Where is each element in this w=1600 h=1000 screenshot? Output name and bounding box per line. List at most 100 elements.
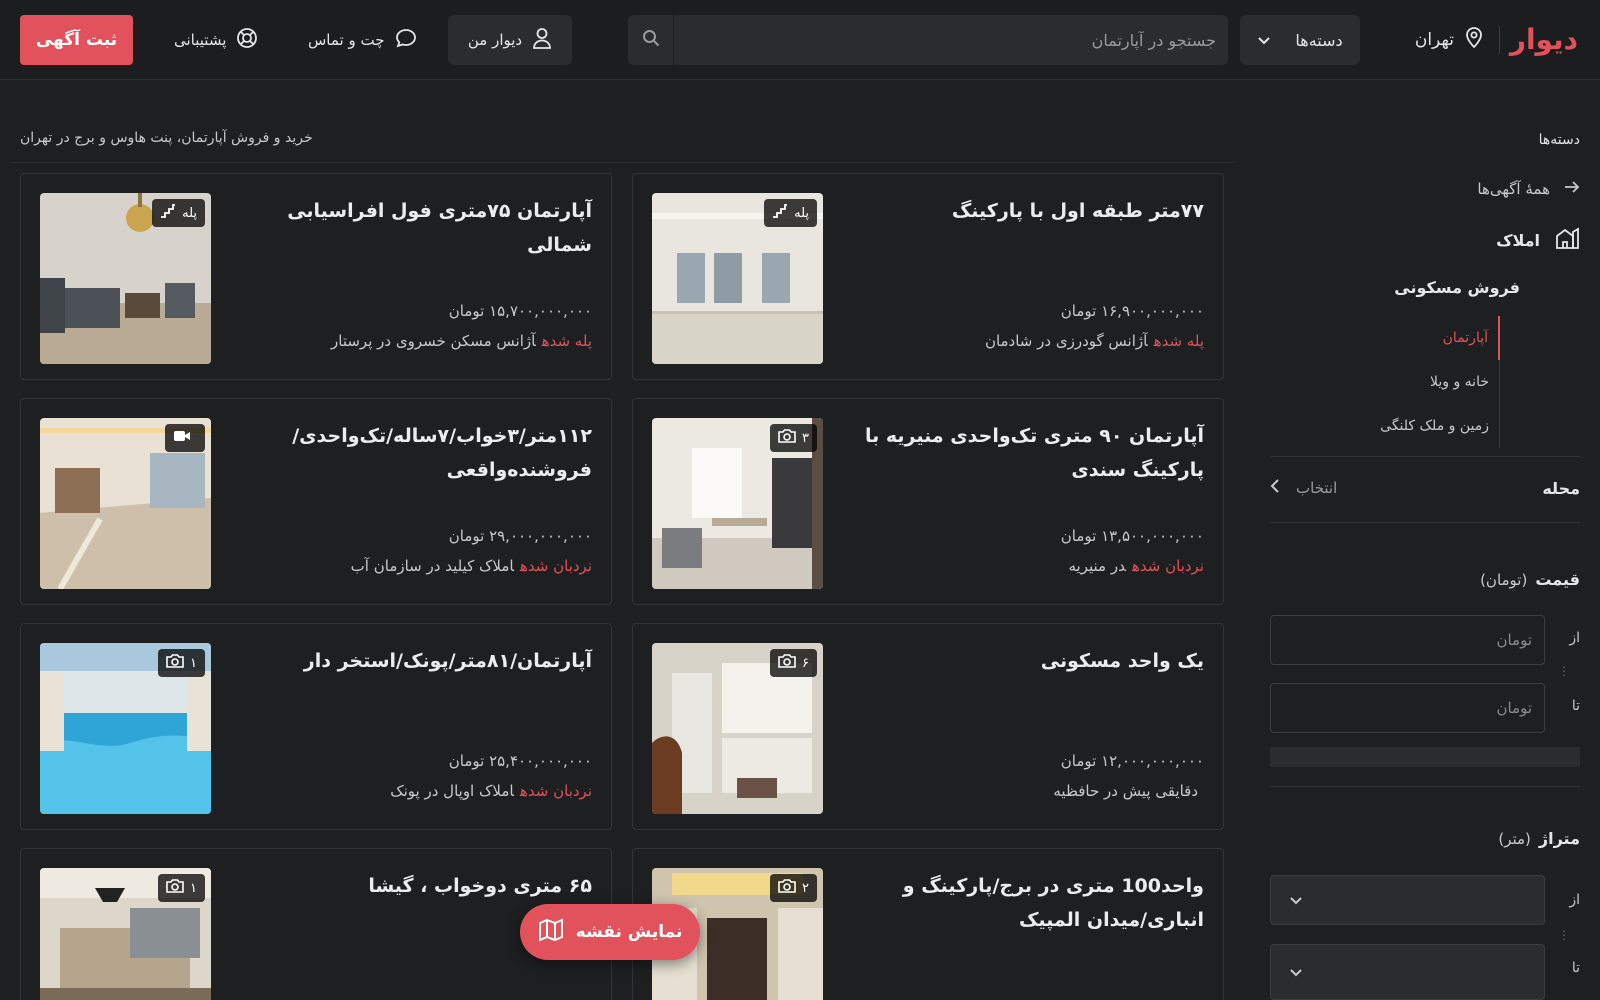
listing-card[interactable]: ۱۱۲متر/۳خواب/۷ساله/تک‌واحدی/فروشنده‌واقع…	[20, 398, 612, 605]
listing-badge	[165, 424, 205, 452]
listing-badge-text: ۱	[190, 880, 197, 896]
listing-photo[interactable]	[40, 418, 211, 589]
tree-item-land[interactable]: زمین و ملک کلنگی	[1350, 404, 1499, 448]
category-real-estate[interactable]: املاک	[1496, 226, 1580, 254]
listing-title: آپارتمان ۹۰ متری تک‌واحدی منیریه با پارک…	[865, 425, 1204, 481]
price-unit: (تومان)	[1480, 570, 1528, 589]
divider	[1270, 522, 1580, 523]
listing-tag: پله شده	[541, 332, 592, 350]
area-to-label: تا	[1571, 960, 1580, 976]
price-to-label: تا	[1571, 698, 1580, 714]
neighborhood-value: انتخاب	[1296, 479, 1338, 497]
listing-card[interactable]: ۷۷متر طبقه اول با پارکینگ ۱۶,۹۰۰,۰۰۰,۰۰۰…	[632, 173, 1224, 380]
area-unit: (متر)	[1498, 829, 1531, 848]
listing-meta: نردبان شده املاک کیلید در سازمان آب	[351, 557, 592, 575]
listing-agency: املاک اوپال در پونک	[390, 782, 514, 800]
listing-badge-text: پله	[182, 205, 197, 221]
area-filter-header[interactable]: متراژ(متر)	[1270, 823, 1580, 853]
range-dots: ⋮	[1558, 928, 1570, 942]
listing-agency: دقایقی پیش در حافظیه	[1053, 782, 1198, 800]
listing-photo[interactable]: ۱	[40, 643, 211, 814]
listing-card[interactable]: یک واحد مسکونی ۱۲,۰۰۰,۰۰۰,۰۰۰ تومان دقای…	[632, 623, 1224, 830]
listing-title: ۱۱۲متر/۳خواب/۷ساله/تک‌واحدی/فروشنده‌واقع…	[292, 425, 592, 481]
location-pin-icon	[1464, 26, 1484, 54]
listing-agency: آژانس مسکن خسروی در پرستار	[331, 332, 536, 350]
listing-meta: پله شده آژانس گودرزی در شادمان	[985, 332, 1204, 350]
listing-photo[interactable]: ۶	[652, 643, 823, 814]
map-button-label: نمایش نقشه	[575, 922, 683, 942]
listing-photo[interactable]: ۱	[40, 868, 211, 1000]
area-label: متراژ(متر)	[1498, 828, 1580, 848]
filter-sidebar: دسته‌ها همهٔ آگهی‌ها املاک فروش مسکونی آ…	[1235, 80, 1600, 1000]
chevron-left-icon	[1270, 478, 1280, 498]
price-filter-header[interactable]: قیمت(تومان)	[1270, 564, 1580, 594]
chat-bubble-icon	[395, 28, 417, 52]
my-divar-button[interactable]: دیوار من	[448, 15, 572, 65]
listing-badge-text: ۳	[802, 430, 809, 446]
listing-title: ۷۷متر طبقه اول با پارکینگ	[951, 200, 1204, 222]
all-ads-link[interactable]: همهٔ آگهی‌ها	[1477, 180, 1580, 198]
listing-agency: در منیریه	[1068, 557, 1126, 575]
arrow-right-icon	[1564, 180, 1580, 198]
listing-title: آپارتمان/۸۱متر/پونک/استخر دار	[303, 650, 592, 672]
listing-card[interactable]: آپارتمان/۸۱متر/پونک/استخر دار ۲۵,۴۰۰,۰۰۰…	[20, 623, 612, 830]
show-map-button[interactable]: نمایش نقشه	[520, 904, 700, 960]
search-input[interactable]	[684, 15, 1228, 65]
listings-grid: ۷۷متر طبقه اول با پارکینگ ۱۶,۹۰۰,۰۰۰,۰۰۰…	[10, 162, 1234, 1000]
neighborhood-filter[interactable]: محله انتخاب	[1270, 473, 1580, 503]
chat-link[interactable]: چت و تماس	[308, 22, 417, 58]
listing-photo[interactable]: پله	[40, 193, 211, 364]
building-icon	[1554, 226, 1580, 254]
listing-badge: ۱	[158, 649, 205, 677]
city-selector[interactable]: تهران	[1415, 22, 1484, 58]
search-box	[628, 15, 1228, 65]
camera-icon	[778, 654, 796, 672]
camera-icon	[778, 879, 796, 897]
listing-tag: نردبان شده	[519, 557, 592, 575]
listing-tag: پله شده	[1153, 332, 1204, 350]
chevron-down-icon	[1289, 963, 1303, 982]
post-ad-button[interactable]: ثبت آگهی	[20, 15, 133, 65]
listing-badge: ۳	[770, 424, 817, 452]
listing-tag: نردبان شده	[1131, 557, 1204, 575]
stairs-icon	[160, 204, 176, 222]
support-label: پشتیبانی	[174, 31, 227, 49]
user-icon	[532, 27, 552, 53]
tree-item-apartment[interactable]: آپارتمان	[1350, 316, 1500, 360]
top-header: دیوار تهران دسته‌ها دیوار من چت و تماس	[0, 0, 1600, 80]
listing-card[interactable]: واحد100 متری در برج/پارکینگ و انباری/مید…	[632, 848, 1224, 1000]
support-link[interactable]: پشتیبانی	[174, 22, 258, 58]
my-divar-label: دیوار من	[467, 31, 523, 49]
price-from-input[interactable]	[1270, 615, 1545, 665]
area-to-select[interactable]	[1270, 944, 1545, 1000]
range-dots: ⋮	[1558, 664, 1570, 678]
listing-card[interactable]: آپارتمان ۷۵متری فول افراسیابی شمالی ۱۵,۷…	[20, 173, 612, 380]
subcategory-tree: آپارتمان خانه و ویلا زمین و ملک کلنگی	[1350, 316, 1500, 448]
residential-sale-link[interactable]: فروش مسکونی	[1394, 278, 1520, 297]
listing-photo[interactable]: ۳	[652, 418, 823, 589]
price-range-slider[interactable]	[1270, 747, 1580, 767]
city-label: تهران	[1414, 30, 1454, 50]
all-ads-label: همهٔ آگهی‌ها	[1477, 180, 1550, 198]
chevron-down-icon	[1257, 31, 1271, 50]
price-to-input[interactable]	[1270, 683, 1545, 733]
real-estate-label: املاک	[1496, 230, 1540, 250]
listing-badge: ۱	[158, 874, 205, 902]
listing-meta: نردبان شده در منیریه	[1069, 557, 1204, 575]
camera-icon	[166, 654, 184, 672]
map-icon	[538, 917, 564, 947]
categories-button[interactable]: دسته‌ها	[1240, 15, 1360, 65]
breadcrumb: خرید و فروش آپارتمان، پنت هاوس و برج در …	[20, 130, 313, 146]
area-from-select[interactable]	[1270, 875, 1545, 925]
listing-price: ۲۵,۴۰۰,۰۰۰,۰۰۰ تومان	[448, 752, 592, 770]
listing-photo[interactable]: پله	[652, 193, 823, 364]
listing-title: آپارتمان ۷۵متری فول افراسیابی شمالی	[287, 200, 592, 256]
listing-meta: دقایقی پیش در حافظیه	[1053, 782, 1204, 800]
tree-item-house-villa[interactable]: خانه و ویلا	[1350, 360, 1499, 404]
listing-meta: نردبان شده املاک اوپال در پونک	[390, 782, 592, 800]
divider	[1270, 786, 1580, 787]
divar-logo[interactable]: دیوار	[1510, 18, 1578, 62]
video-icon	[173, 430, 191, 446]
search-button[interactable]	[628, 15, 674, 65]
listing-card[interactable]: آپارتمان ۹۰ متری تک‌واحدی منیریه با پارک…	[632, 398, 1224, 605]
